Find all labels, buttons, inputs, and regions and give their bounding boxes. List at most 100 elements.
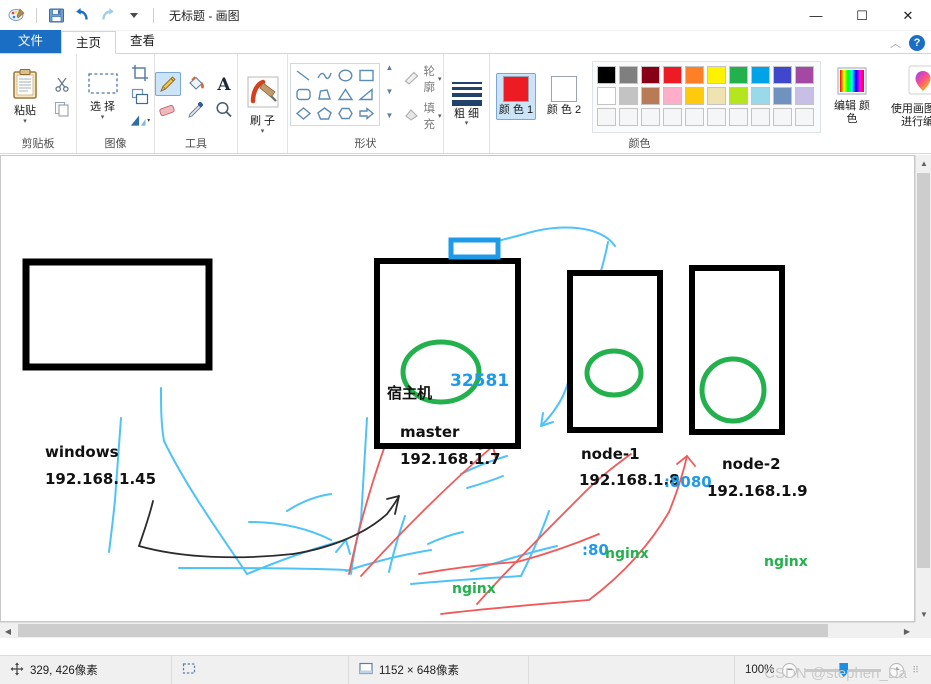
palette-swatch-2-2[interactable] bbox=[619, 86, 638, 105]
shape-right-triangle-icon[interactable] bbox=[356, 85, 377, 104]
palette-swatch-3-8[interactable] bbox=[751, 107, 770, 126]
shape-hexagon-icon[interactable] bbox=[335, 104, 356, 123]
customize-qat-caret-icon[interactable] bbox=[124, 5, 144, 25]
palette-swatch-1-7[interactable] bbox=[729, 65, 748, 84]
zoom-out-button[interactable]: − bbox=[782, 662, 798, 678]
color-picker-icon[interactable] bbox=[183, 98, 209, 122]
shape-polygon-icon[interactable] bbox=[314, 85, 335, 104]
shape-curve-icon[interactable] bbox=[314, 66, 335, 85]
drawing-canvas[interactable]: 宿主机 32581 windows 192.168.1.45 master 19… bbox=[1, 156, 914, 621]
brushes-caret-icon[interactable]: ▾ bbox=[261, 128, 265, 135]
shapes-gallery-scroller[interactable]: ▲ ▼ ▼ bbox=[386, 63, 394, 120]
shape-rounded-rectangle-icon[interactable] bbox=[293, 85, 314, 104]
resize-icon[interactable] bbox=[129, 86, 151, 108]
edit-colors-button[interactable]: 编辑 颜色 bbox=[829, 65, 875, 127]
brushes-button[interactable]: 刷 子 ▾ bbox=[241, 72, 285, 137]
palette-swatch-2-6[interactable] bbox=[707, 86, 726, 105]
shape-diamond-icon[interactable] bbox=[293, 104, 314, 123]
text-a-icon[interactable]: A bbox=[211, 72, 237, 96]
shapes-scroll-up-icon[interactable]: ▲ bbox=[386, 63, 394, 72]
palette-swatch-3-4[interactable] bbox=[663, 107, 682, 126]
paint3d-button[interactable]: 使用画图 3 D 进行编辑 bbox=[883, 62, 931, 130]
crop-icon[interactable] bbox=[129, 62, 151, 84]
paste-caret-icon[interactable]: ▾ bbox=[23, 118, 27, 125]
shapes-gallery[interactable] bbox=[289, 63, 380, 126]
palette-swatch-1-9[interactable] bbox=[773, 65, 792, 84]
palette-swatch-3-10[interactable] bbox=[795, 107, 814, 126]
minimize-button[interactable]: — bbox=[793, 0, 839, 31]
palette-swatch-1-2[interactable] bbox=[619, 65, 638, 84]
fill-bucket-icon[interactable] bbox=[183, 72, 209, 96]
select-caret-icon[interactable]: ▾ bbox=[101, 114, 105, 121]
canvas-container[interactable]: 宿主机 32581 windows 192.168.1.45 master 19… bbox=[0, 155, 915, 622]
shapes-expand-icon[interactable]: ▼ bbox=[386, 111, 394, 120]
color-palette[interactable] bbox=[592, 60, 821, 133]
scroll-right-icon[interactable]: ▶ bbox=[899, 623, 915, 639]
palette-swatch-3-9[interactable] bbox=[773, 107, 792, 126]
palette-swatch-3-6[interactable] bbox=[707, 107, 726, 126]
palette-swatch-2-4[interactable] bbox=[663, 86, 682, 105]
color2-button[interactable]: 颜 色 2 bbox=[544, 76, 584, 117]
palette-swatch-1-5[interactable] bbox=[685, 65, 704, 84]
close-button[interactable]: ✕ bbox=[885, 0, 931, 31]
select-button[interactable]: 选 择 ▾ bbox=[81, 70, 125, 123]
save-icon[interactable] bbox=[46, 5, 66, 25]
redo-icon[interactable] bbox=[98, 5, 118, 25]
palette-swatch-2-3[interactable] bbox=[641, 86, 660, 105]
pencil-icon[interactable] bbox=[155, 71, 181, 96]
zoom-in-button[interactable]: + bbox=[889, 662, 905, 678]
palette-swatch-3-3[interactable] bbox=[641, 107, 660, 126]
size-button[interactable]: 粗 细 ▾ bbox=[445, 80, 489, 130]
resize-grip-icon[interactable]: ⠿ bbox=[912, 665, 919, 676]
shape-outline-button[interactable]: 轮廓 ▾ bbox=[403, 63, 441, 95]
color2-swatch[interactable] bbox=[551, 76, 577, 103]
tab-view[interactable]: 查看 bbox=[116, 30, 169, 53]
zoom-slider-track[interactable] bbox=[805, 662, 882, 678]
palette-swatch-1-10[interactable] bbox=[795, 65, 814, 84]
palette-swatch-2-7[interactable] bbox=[729, 86, 748, 105]
cut-icon[interactable] bbox=[51, 73, 73, 95]
horizontal-scrollbar[interactable]: ◀ ▶ bbox=[0, 622, 915, 638]
palette-swatch-3-7[interactable] bbox=[729, 107, 748, 126]
palette-swatch-1-3[interactable] bbox=[641, 65, 660, 84]
rotate-icon[interactable] bbox=[129, 110, 151, 132]
palette-swatch-3-1[interactable] bbox=[597, 107, 616, 126]
copy-icon[interactable] bbox=[51, 98, 73, 120]
tab-home[interactable]: 主页 bbox=[61, 31, 117, 54]
shapes-scroll-down-icon[interactable]: ▼ bbox=[386, 87, 394, 96]
palette-swatch-3-5[interactable] bbox=[685, 107, 704, 126]
zoom-slider-thumb[interactable] bbox=[839, 662, 849, 678]
shape-right-arrow-icon[interactable] bbox=[356, 104, 377, 123]
palette-swatch-1-1[interactable] bbox=[597, 65, 616, 84]
vertical-scroll-thumb[interactable] bbox=[917, 173, 930, 568]
shape-fill-button[interactable]: 填充 ▾ bbox=[403, 100, 441, 132]
outline-caret-icon[interactable]: ▾ bbox=[438, 76, 442, 83]
shape-oval-icon[interactable] bbox=[335, 66, 356, 85]
palette-swatch-1-6[interactable] bbox=[707, 65, 726, 84]
eraser-icon[interactable] bbox=[155, 98, 181, 122]
horizontal-scroll-thumb[interactable] bbox=[18, 624, 828, 637]
shape-triangle-icon[interactable] bbox=[335, 85, 356, 104]
shape-pentagon-icon[interactable] bbox=[314, 104, 335, 123]
scroll-left-icon[interactable]: ◀ bbox=[0, 623, 16, 639]
vertical-scrollbar[interactable]: ▲ ▼ bbox=[915, 155, 931, 622]
palette-swatch-1-4[interactable] bbox=[663, 65, 682, 84]
undo-icon[interactable] bbox=[72, 5, 92, 25]
palette-swatch-2-5[interactable] bbox=[685, 86, 704, 105]
shape-rectangle-icon[interactable] bbox=[356, 66, 377, 85]
tab-file[interactable]: 文件 bbox=[0, 30, 62, 53]
palette-swatch-3-2[interactable] bbox=[619, 107, 638, 126]
palette-swatch-2-10[interactable] bbox=[795, 86, 814, 105]
maximize-button[interactable]: ☐ bbox=[839, 0, 885, 31]
shape-line-icon[interactable] bbox=[293, 66, 314, 85]
palette-swatch-2-9[interactable] bbox=[773, 86, 792, 105]
scroll-up-icon[interactable]: ▲ bbox=[916, 155, 931, 171]
palette-swatch-2-1[interactable] bbox=[597, 86, 616, 105]
scroll-down-icon[interactable]: ▼ bbox=[916, 606, 931, 622]
color1-button[interactable]: 颜 色 1 bbox=[496, 73, 536, 120]
size-caret-icon[interactable]: ▾ bbox=[465, 120, 469, 127]
palette-swatch-1-8[interactable] bbox=[751, 65, 770, 84]
fill-caret-icon[interactable]: ▾ bbox=[438, 113, 442, 120]
palette-swatch-2-8[interactable] bbox=[751, 86, 770, 105]
paste-button[interactable]: 粘贴 ▾ bbox=[3, 66, 47, 127]
